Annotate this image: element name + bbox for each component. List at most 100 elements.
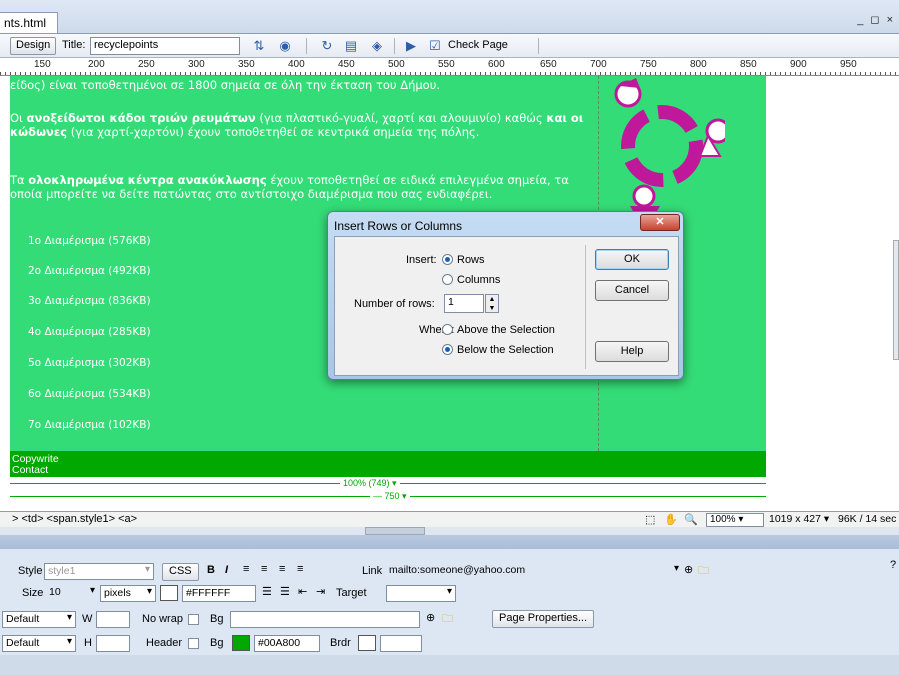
header-checkbox[interactable] bbox=[188, 638, 199, 649]
tag-selector[interactable]: > <td> <span.style1> <a> bbox=[12, 513, 137, 525]
status-bar: > <td> <span.style1> <a> ⬚ ✋ 🔍 100% ▾ 10… bbox=[0, 511, 899, 527]
check-page-button[interactable]: Check Page bbox=[448, 39, 508, 51]
text-color-input[interactable]: #FFFFFF bbox=[182, 585, 256, 602]
browse-folder-icon[interactable]: 🗀 bbox=[442, 610, 453, 629]
bg-image-input[interactable] bbox=[230, 611, 420, 628]
horizontal-align-select[interactable]: Default bbox=[2, 611, 76, 628]
district-link-7[interactable]: 7ο Διαμέρισμα (102KB) bbox=[28, 419, 151, 431]
refresh-icon[interactable]: ↻ bbox=[318, 37, 336, 55]
page-properties-button[interactable]: Page Properties... bbox=[492, 610, 595, 628]
style-select[interactable]: style1 bbox=[44, 563, 154, 580]
vertical-align-select[interactable]: Default bbox=[2, 635, 76, 652]
text-color-swatch[interactable] bbox=[160, 585, 178, 601]
ordered-list-icon[interactable]: ☰ bbox=[280, 585, 290, 598]
toolbar-separator bbox=[394, 38, 395, 54]
view-options-icon[interactable]: ▤ bbox=[342, 37, 360, 55]
ruler-tick: 700 bbox=[590, 59, 607, 70]
district-link-5[interactable]: 5ο Διαμέρισμα (302KB) bbox=[28, 357, 151, 369]
number-of-rows-label: Number of rows: bbox=[354, 298, 435, 310]
below-selection-label[interactable]: Below the Selection bbox=[457, 344, 554, 356]
district-link-6[interactable]: 6ο Διαμέρισμα (534KB) bbox=[28, 388, 151, 400]
bg-color-swatch[interactable] bbox=[232, 635, 250, 651]
nowrap-checkbox[interactable] bbox=[188, 614, 199, 625]
align-left-icon[interactable]: ≡ bbox=[243, 563, 249, 575]
ruler-tick: 450 bbox=[338, 59, 355, 70]
document-toolbar: Design Title: recyclepoints ⇅ ◉ ↻ ▤ ◈ ▶ … bbox=[0, 34, 899, 58]
window-size-select[interactable]: 1019 x 427 ▾ bbox=[769, 513, 829, 525]
align-right-icon[interactable]: ≡ bbox=[279, 563, 285, 575]
size-select[interactable]: 10 bbox=[46, 585, 98, 602]
ruler-tick: 600 bbox=[488, 59, 505, 70]
ruler-tick: 400 bbox=[288, 59, 305, 70]
vertical-scrollbar[interactable] bbox=[893, 240, 899, 360]
css-button[interactable]: CSS bbox=[162, 563, 199, 581]
outdent-icon[interactable]: ⇤ bbox=[298, 585, 307, 598]
cell-width-input[interactable] bbox=[96, 611, 130, 628]
columns-radio[interactable] bbox=[442, 274, 453, 285]
preview-globe-icon[interactable]: ◉ bbox=[276, 37, 294, 55]
district-link-2[interactable]: 2ο Διαμέρισμα (492KB) bbox=[28, 265, 151, 277]
insert-rows-columns-dialog[interactable]: Insert Rows or Columns ✕ Insert: Rows Co… bbox=[327, 211, 684, 380]
table-width-indicators: 100% (749) ▾ — 750 ▾ bbox=[10, 478, 766, 508]
align-center-icon[interactable]: ≡ bbox=[261, 563, 267, 575]
ruler-tick: 200 bbox=[88, 59, 105, 70]
number-of-rows-input[interactable]: 1 bbox=[444, 294, 484, 313]
below-selection-radio[interactable] bbox=[442, 344, 453, 355]
contact-link[interactable]: Contact bbox=[12, 464, 48, 476]
hand-tool-icon[interactable]: ✋ bbox=[664, 513, 678, 526]
italic-button[interactable]: I bbox=[225, 564, 228, 576]
properties-panel-header[interactable] bbox=[0, 535, 899, 549]
rows-radio-label[interactable]: Rows bbox=[457, 254, 485, 266]
splitter-grip[interactable] bbox=[365, 527, 425, 535]
district-link-3[interactable]: 3ο Διαμέρισμα (836KB) bbox=[28, 295, 151, 307]
browse-folder-icon[interactable]: 🗀 bbox=[698, 562, 709, 581]
indent-icon[interactable]: ⇥ bbox=[316, 585, 325, 598]
help-button[interactable]: Help bbox=[595, 341, 669, 362]
zoom-tool-icon[interactable]: 🔍 bbox=[684, 513, 698, 526]
above-selection-label[interactable]: Above the Selection bbox=[457, 324, 555, 336]
document-tab[interactable]: nts.html bbox=[0, 12, 58, 34]
point-to-file-icon[interactable]: ⊕ bbox=[426, 611, 435, 624]
ruler-tick: 950 bbox=[840, 59, 857, 70]
district-link-4[interactable]: 4ο Διαμέρισμα (285KB) bbox=[28, 326, 151, 338]
close-icon[interactable]: ✕ bbox=[640, 214, 680, 231]
district-link-1[interactable]: 1ο Διαμέρισμα (576KB) bbox=[28, 235, 151, 247]
columns-radio-label[interactable]: Columns bbox=[457, 274, 500, 286]
help-icon[interactable]: ? bbox=[890, 559, 896, 571]
check-page-icon[interactable]: ☑ bbox=[426, 37, 444, 55]
ruler-tick: 150 bbox=[34, 59, 51, 70]
rows-spinner[interactable]: ▲ ▼ bbox=[485, 294, 499, 313]
toolbar-separator bbox=[538, 38, 539, 54]
cell-height-input[interactable] bbox=[96, 635, 130, 652]
bold-button[interactable]: B bbox=[207, 564, 215, 576]
link-input[interactable]: mailto:someone@yahoo.com bbox=[386, 563, 682, 580]
insert-label: Insert: bbox=[406, 254, 437, 266]
bg-color-input[interactable]: #00A800 bbox=[254, 635, 320, 652]
ruler-tick: 300 bbox=[188, 59, 205, 70]
point-to-file-icon[interactable]: ⊕ bbox=[684, 563, 693, 576]
window-controls[interactable]: _ ◻ × bbox=[857, 13, 895, 26]
border-color-input[interactable] bbox=[380, 635, 422, 652]
select-tool-icon[interactable]: ⬚ bbox=[645, 513, 655, 526]
page-width-label[interactable]: — 750 ▾ bbox=[370, 491, 410, 502]
validate-markup-icon[interactable]: ▶ bbox=[402, 37, 420, 55]
ok-button[interactable]: OK bbox=[595, 249, 669, 270]
design-view-button[interactable]: Design bbox=[10, 37, 57, 55]
target-select[interactable] bbox=[386, 585, 456, 602]
title-input[interactable]: recyclepoints bbox=[90, 37, 240, 55]
table-width-label[interactable]: 100% (749) ▾ bbox=[340, 478, 400, 489]
dialog-body: Insert: Rows Columns Number of rows: 1 ▲… bbox=[334, 236, 679, 376]
above-selection-radio[interactable] bbox=[442, 324, 453, 335]
zoom-select[interactable]: 100% ▾ bbox=[706, 513, 764, 527]
cancel-button[interactable]: Cancel bbox=[595, 280, 669, 301]
panel-splitter[interactable] bbox=[0, 527, 899, 535]
justify-icon[interactable]: ≡ bbox=[297, 563, 303, 575]
visual-aids-icon[interactable]: ◈ bbox=[368, 37, 386, 55]
footer-row[interactable]: Copywrite Contact bbox=[10, 451, 766, 477]
rows-radio[interactable] bbox=[442, 254, 453, 265]
units-select[interactable]: pixels bbox=[100, 585, 156, 602]
properties-panel-footer bbox=[0, 655, 899, 675]
border-color-swatch[interactable] bbox=[358, 635, 376, 651]
unordered-list-icon[interactable]: ☰ bbox=[262, 585, 272, 598]
file-management-icon[interactable]: ⇅ bbox=[250, 37, 268, 55]
